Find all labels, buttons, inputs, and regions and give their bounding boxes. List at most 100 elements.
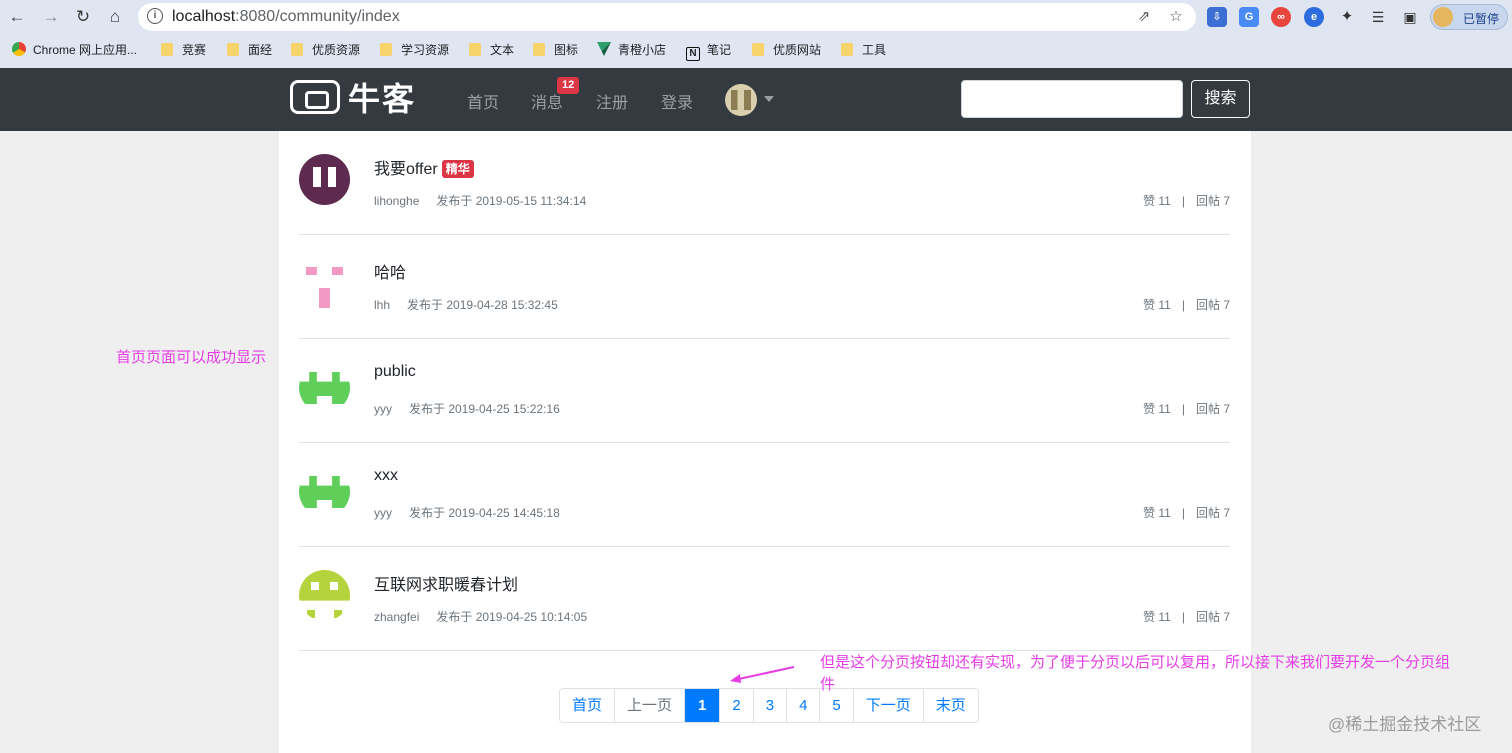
nav-register[interactable]: 注册 — [596, 89, 628, 113]
user-avatar[interactable] — [725, 84, 757, 116]
user-avatar[interactable] — [299, 362, 350, 413]
vue-icon — [597, 42, 611, 56]
nav-home[interactable]: 首页 — [467, 89, 499, 113]
post-title[interactable]: 互联网求职暖春计划 — [374, 571, 518, 595]
page-first[interactable]: 首页 — [560, 689, 614, 722]
bookmark-folder[interactable]: 竞赛 — [161, 41, 206, 59]
bookmark-folder[interactable]: 文本 — [469, 41, 514, 59]
post-stats: 赞 11 | 回帖 7 — [1143, 506, 1230, 520]
post-meta: lhh 发布于 2019-04-28 15:32:45 — [374, 296, 558, 313]
post-title[interactable]: public — [374, 363, 416, 381]
nav-login[interactable]: 登录 — [661, 89, 693, 113]
bookmark-star-icon[interactable]: ☆ — [1166, 7, 1186, 27]
post-title[interactable]: 我要offer 精华 — [374, 155, 474, 179]
post-author: lihonghe — [374, 194, 420, 208]
page-3[interactable]: 3 — [752, 689, 786, 722]
notion-icon: N — [686, 47, 700, 61]
translate-extension-icon[interactable]: G — [1239, 7, 1259, 27]
list-item: 互联网求职暖春计划 zhangfei 发布于 2019-04-25 10:14:0… — [299, 547, 1230, 651]
logo-mark-icon — [290, 80, 340, 114]
featured-badge: 精华 — [441, 160, 474, 178]
folder-icon — [380, 43, 392, 56]
post-time: 发布于 2019-04-25 10:14:05 — [436, 610, 588, 624]
list-item: 我要offer 精华 lihonghe 发布于 2019-05-15 11:34:1… — [299, 131, 1230, 235]
profile-label: 已暂停 — [1463, 12, 1500, 26]
annotation-arrow-icon — [730, 666, 795, 683]
bookmark-notes[interactable]: N 笔记 — [686, 41, 731, 61]
bookmarks-bar: Chrome 网上应用... 竞赛 面经 优质资源 学习资源 文本 图标 青橙小… — [0, 36, 1512, 64]
folder-icon — [291, 43, 303, 56]
infinity-extension-icon[interactable]: ∞ — [1271, 7, 1291, 27]
site-info-icon[interactable]: i — [147, 8, 163, 24]
user-avatar[interactable] — [299, 258, 350, 309]
post-stats: 赞 11 | 回帖 7 — [1143, 194, 1230, 208]
url-text: localhost:8080/community/index — [172, 8, 400, 25]
annotation-bottom: 但是这个分页按钮却还有实现，为了便于分页以后可以复用，所以接下来我们要开发一个分… — [820, 654, 1451, 693]
post-meta: yyy 发布于 2019-04-25 14:45:18 — [374, 504, 560, 521]
reading-list-icon[interactable]: ☰ — [1368, 7, 1388, 27]
user-avatar[interactable] — [299, 570, 350, 621]
address-bar[interactable]: i localhost:8080/community/index ⇗ ☆ — [138, 3, 1196, 31]
share-icon[interactable]: ⇗ — [1134, 7, 1154, 27]
reload-icon[interactable]: ↻ — [72, 6, 94, 28]
list-item: 哈哈 lhh 发布于 2019-04-28 15:32:45 赞 11 | 回帖 7 — [299, 235, 1230, 339]
bookmark-folder[interactable]: 工具 — [841, 41, 886, 59]
folder-icon — [533, 43, 545, 56]
dropdown-caret-icon[interactable] — [764, 96, 774, 102]
page-2[interactable]: 2 — [719, 689, 752, 722]
folder-icon — [469, 43, 481, 56]
site-navbar: 牛客 首页 消息 12 注册 登录 搜索 — [0, 68, 1512, 131]
post-stats: 赞 11 | 回帖 7 — [1143, 298, 1230, 312]
page-4[interactable]: 4 — [786, 689, 819, 722]
folder-icon — [752, 43, 764, 56]
user-avatar[interactable] — [299, 466, 350, 517]
e-extension-icon[interactable]: e — [1304, 7, 1324, 27]
post-title[interactable]: 哈哈 — [374, 259, 406, 283]
message-count-badge: 12 — [557, 77, 580, 94]
search-input[interactable] — [961, 80, 1183, 118]
post-time: 发布于 2019-04-28 15:32:45 — [407, 298, 558, 312]
list-item: public yyy 发布于 2019-04-25 15:22:16 赞 11 | 回… — [299, 339, 1230, 443]
page-prev[interactable]: 上一页 — [614, 689, 684, 722]
post-meta: zhangfei 发布于 2019-04-25 10:14:05 — [374, 608, 587, 625]
post-stats: 赞 11 | 回帖 7 — [1143, 402, 1230, 416]
chrome-icon — [12, 42, 26, 56]
bookmark-chrome-store[interactable]: Chrome 网上应用... — [12, 41, 137, 59]
forward-icon[interactable]: → — [40, 6, 62, 28]
bookmark-folder[interactable]: 优质资源 — [291, 41, 360, 59]
side-panel-icon[interactable]: ▣ — [1400, 7, 1420, 27]
page-1[interactable]: 1 — [684, 689, 720, 722]
post-meta: lihonghe 发布于 2019-05-15 11:34:14 — [374, 192, 586, 209]
browser-chrome: ← → ↻ ⌂ i localhost:8080/community/index… — [0, 0, 1512, 68]
folder-icon — [227, 43, 239, 56]
search-button[interactable]: 搜索 — [1191, 80, 1250, 118]
bookmark-folder[interactable]: 图标 — [533, 41, 578, 59]
post-title[interactable]: xxx — [374, 467, 398, 485]
download-extension-icon[interactable]: ⇩ — [1207, 7, 1227, 27]
user-avatar[interactable] — [299, 154, 350, 205]
annotation-left: 首页页面可以成功显示 — [116, 349, 267, 366]
post-author: yyy — [374, 506, 392, 520]
post-author: lhh — [374, 298, 391, 312]
post-time: 发布于 2019-04-25 14:45:18 — [409, 506, 560, 520]
bookmark-folder[interactable]: 优质网站 — [752, 41, 821, 59]
watermark: @稀土掘金技术社区 — [1328, 715, 1482, 734]
bookmark-folder[interactable]: 学习资源 — [380, 41, 449, 59]
bookmark-folder[interactable]: 面经 — [227, 41, 272, 59]
post-time: 发布于 2019-05-15 11:34:14 — [436, 194, 587, 208]
post-author: yyy — [374, 402, 392, 416]
post-author: zhangfei — [374, 610, 420, 624]
list-item: xxx yyy 发布于 2019-04-25 14:45:18 赞 11 | 回帖 7 — [299, 443, 1230, 547]
post-stats: 赞 11 | 回帖 7 — [1143, 610, 1230, 624]
bookmark-qingcheng[interactable]: 青橙小店 — [597, 41, 666, 59]
profile-avatar — [1433, 7, 1453, 27]
post-meta: yyy 发布于 2019-04-25 15:22:16 — [374, 400, 560, 417]
extensions-puzzle-icon[interactable]: ✦ — [1337, 7, 1357, 27]
back-icon[interactable]: ← — [6, 6, 28, 28]
post-time: 发布于 2019-04-25 15:22:16 — [409, 402, 560, 416]
folder-icon — [161, 43, 173, 56]
profile-button[interactable]: 已暂停 — [1430, 4, 1508, 30]
folder-icon — [841, 43, 853, 56]
site-logo[interactable]: 牛客 — [290, 80, 416, 118]
home-icon[interactable]: ⌂ — [104, 6, 126, 28]
